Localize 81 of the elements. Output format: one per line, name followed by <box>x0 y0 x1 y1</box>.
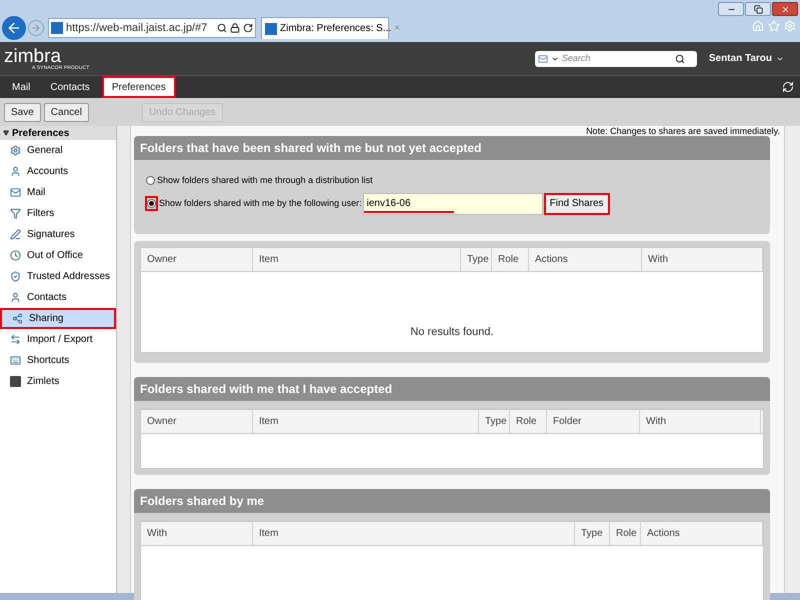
sidebar-item[interactable]: Filters <box>0 203 116 224</box>
sidebar-item[interactable]: Accounts <box>0 161 116 182</box>
column-header[interactable]: With <box>642 248 763 271</box>
pen-icon <box>10 229 21 240</box>
column-header[interactable]: Folder <box>547 410 640 433</box>
option-label[interactable]: Show folders shared with me through a distribution list <box>157 174 373 188</box>
search-icon[interactable] <box>217 23 227 33</box>
close-button[interactable] <box>772 2 798 16</box>
option-label[interactable]: Show folders shared with me by the following user: <box>159 196 362 210</box>
user-menu[interactable]: Sentan Tarou <box>708 51 784 66</box>
toolbar-button[interactable]: Cancel <box>44 102 89 122</box>
column-header[interactable]: Item <box>253 410 479 433</box>
column-header[interactable]: Role <box>492 248 529 271</box>
column-header[interactable]: With <box>141 522 253 545</box>
app-tab[interactable]: Mail <box>4 76 38 98</box>
sidebar-item[interactable]: Mail <box>0 182 116 203</box>
gear-icon <box>10 145 21 156</box>
sidebar-item[interactable]: Shortcuts <box>0 350 116 371</box>
sidebar-item[interactable]: Contacts <box>0 287 116 308</box>
clock-icon <box>10 250 21 262</box>
column-header[interactable]: Item <box>253 522 575 545</box>
column-header[interactable]: Type <box>575 522 610 545</box>
search-icon[interactable] <box>674 54 685 64</box>
swap-arrows-icon <box>10 334 21 345</box>
url-text: https://web-mail.jaist.ac.jp/#7 <box>66 20 208 36</box>
refresh-icon[interactable] <box>782 81 794 93</box>
back-button[interactable] <box>2 16 26 40</box>
section-title: Folders shared by me <box>140 493 264 510</box>
search-field[interactable]: Search <box>534 50 697 66</box>
keyboard-icon <box>10 354 21 366</box>
find-shares-button[interactable]: Find Shares <box>544 192 610 214</box>
app-tab[interactable]: Preferences <box>102 76 176 98</box>
share-icon <box>12 313 23 324</box>
sidebar-item[interactable]: Import / Export <box>0 329 116 350</box>
refresh-icon[interactable] <box>243 23 253 33</box>
empty-message: No results found. <box>410 325 494 340</box>
column-header[interactable]: Owner <box>141 410 253 433</box>
radio-button[interactable] <box>145 175 156 186</box>
column-header[interactable]: Type <box>461 248 492 271</box>
restore-icon <box>754 4 762 14</box>
user-input-field[interactable]: ienv16-06 <box>362 192 543 214</box>
envelope-icon <box>10 187 21 198</box>
sidebar-item[interactable]: General <box>0 140 116 161</box>
z-square-icon <box>10 376 21 387</box>
scrollbar[interactable] <box>784 126 800 593</box>
sidebar-item[interactable]: Sharing <box>0 308 116 329</box>
right-arrow-icon <box>31 23 41 33</box>
column-header[interactable]: Actions <box>529 248 642 271</box>
toolbar-button[interactable]: Save <box>4 102 41 122</box>
sidebar-item[interactable]: Signatures <box>0 224 116 245</box>
column-header[interactable]: With <box>640 410 761 433</box>
address-bar[interactable]: https://web-mail.jaist.ac.jp/#7 <box>48 18 256 38</box>
column-header[interactable]: Role <box>510 410 547 433</box>
star-icon[interactable] <box>768 20 780 32</box>
lock-icon <box>230 23 240 33</box>
close-icon <box>780 4 790 14</box>
column-header[interactable]: Actions <box>641 522 763 545</box>
site-icon <box>51 22 63 34</box>
section-title: Folders that have been shared with me but not yet accepted <box>140 140 482 157</box>
section-title: Folders shared with me that I have accepted <box>140 381 392 398</box>
person-icon <box>10 166 21 178</box>
column-header[interactable]: Owner <box>141 248 253 271</box>
expand-triangle-icon <box>3 130 9 136</box>
person-icon <box>10 292 21 304</box>
envelope-icon <box>538 54 548 64</box>
search-input[interactable]: Search <box>562 52 672 66</box>
funnel-icon <box>10 208 21 220</box>
sidebar-item[interactable]: Trusted Addresses <box>0 266 116 287</box>
site-icon <box>265 22 277 34</box>
column-header[interactable]: Role <box>610 522 641 545</box>
restore-button[interactable] <box>745 2 771 16</box>
sidebar-item[interactable]: Zimlets <box>0 371 116 392</box>
column-header[interactable]: Type <box>479 410 510 433</box>
radio-button[interactable] <box>145 196 158 211</box>
column-header[interactable]: Item <box>253 248 461 271</box>
tab-title: Zimbra: Preferences: S... <box>280 22 392 36</box>
note-text: Note: Changes to shares are saved immediately. <box>586 126 780 136</box>
app-tab[interactable]: Contacts <box>42 76 98 98</box>
sidebar-header[interactable]: Preferences <box>0 126 116 140</box>
sidebar-item[interactable]: Out of Office <box>0 245 116 266</box>
shield-icon <box>10 271 21 282</box>
